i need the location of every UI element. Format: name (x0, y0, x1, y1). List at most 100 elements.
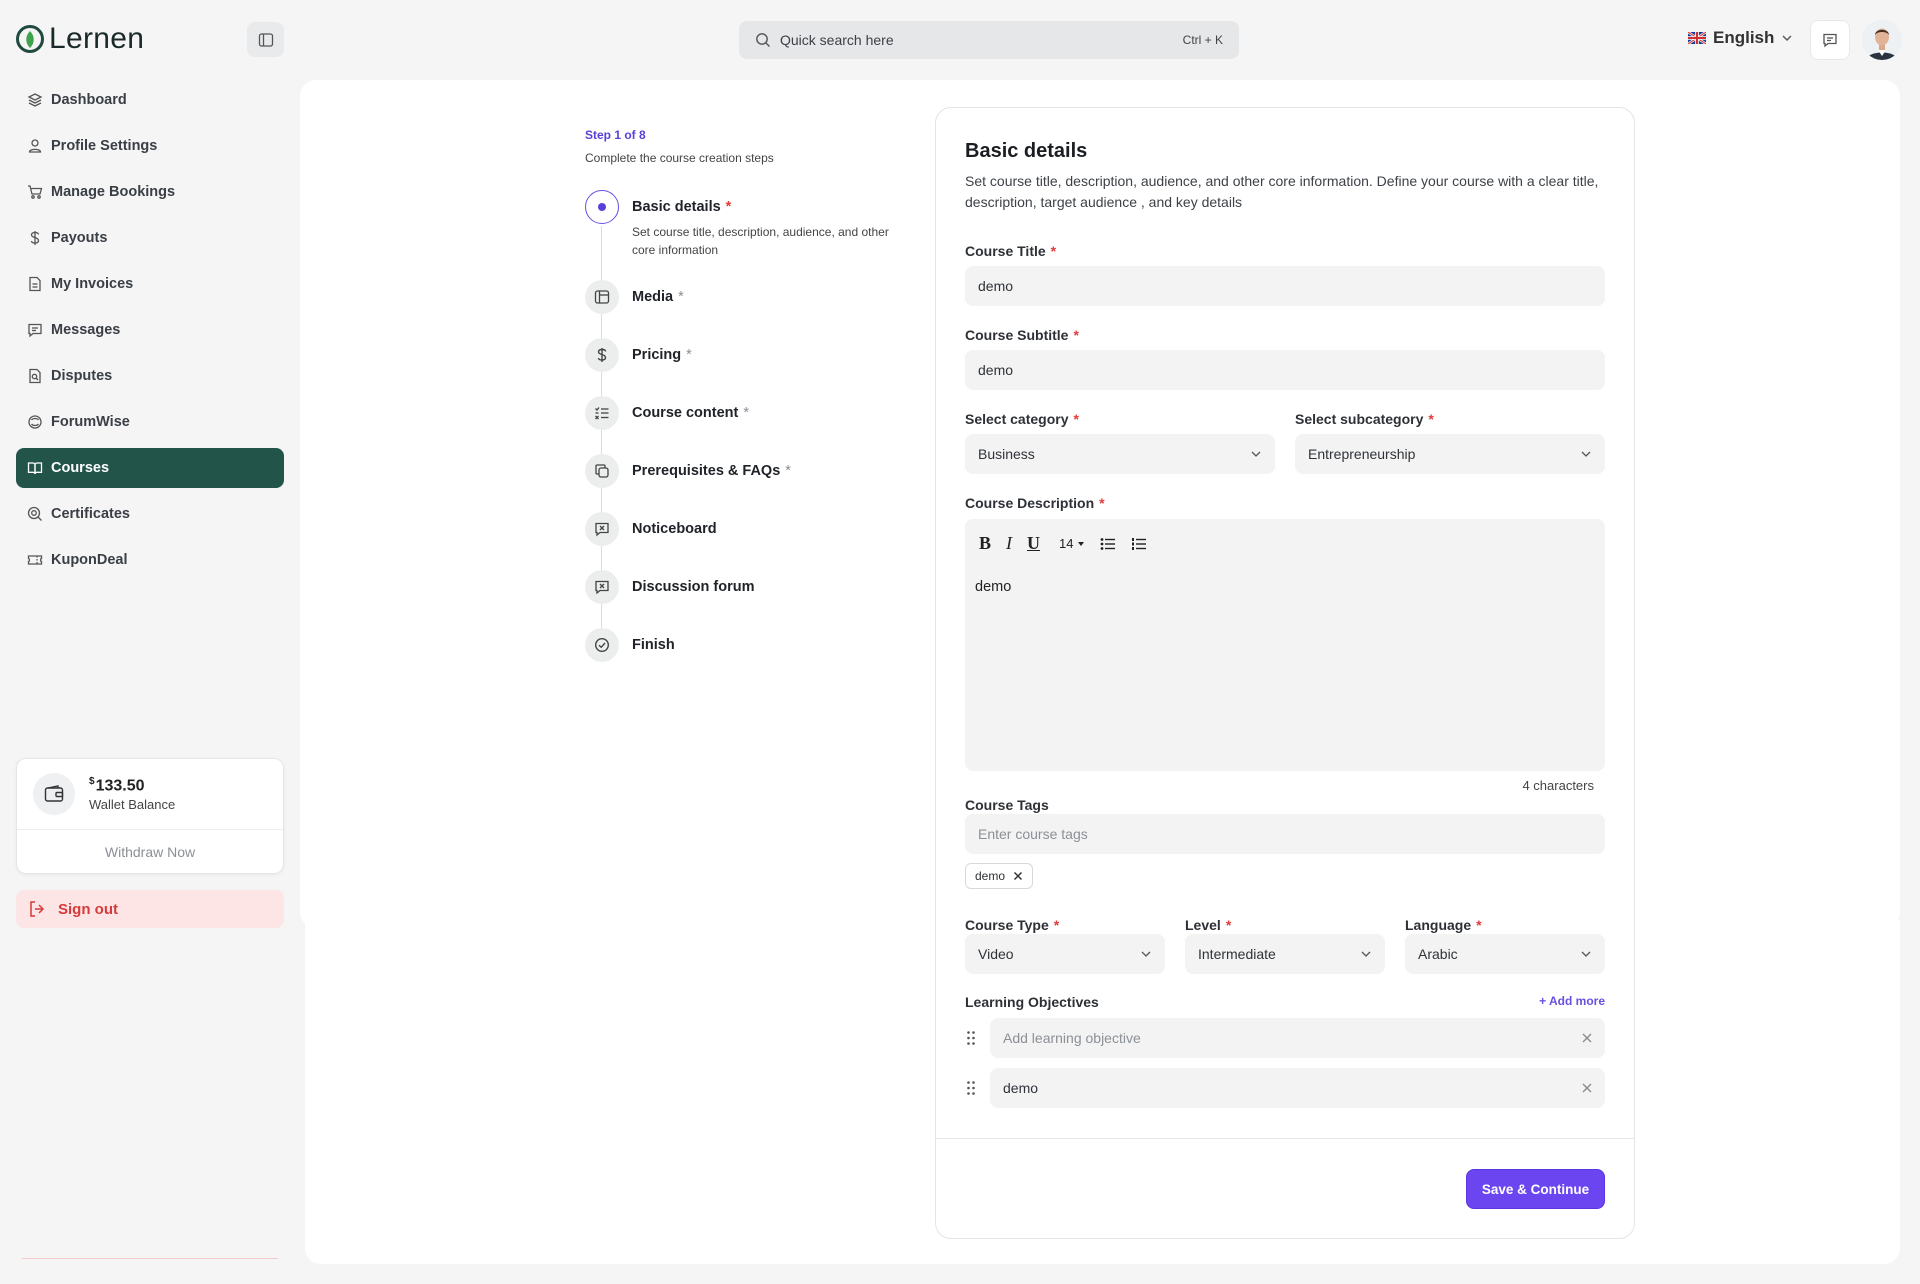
sidebar-toggle-button[interactable] (247, 22, 284, 57)
messages-button[interactable] (1810, 20, 1850, 60)
basic-details-form: Basic details Set course title, descript… (935, 107, 1635, 1239)
step-finish[interactable]: Finish (585, 628, 675, 662)
content-list-icon (585, 396, 619, 430)
course-type-select[interactable]: Video (965, 934, 1165, 974)
sidebar-item-disputes[interactable]: Disputes (16, 356, 284, 396)
step-noticeboard[interactable]: Noticeboard (585, 512, 717, 546)
step-title: Prerequisites & FAQs (632, 463, 781, 479)
app-name: Lernen (49, 22, 145, 55)
chevron-down-icon (1251, 451, 1261, 457)
sidebar-bottom-divider (22, 1258, 278, 1259)
step-title: Discussion forum (632, 579, 755, 595)
course-title-input[interactable]: demo (965, 266, 1605, 306)
sidebar-item-certificates[interactable]: Certificates (16, 494, 284, 534)
step-prerequisites-faqs[interactable]: Prerequisites & FAQs * (585, 454, 791, 488)
sidebar-item-label: Disputes (51, 368, 113, 384)
category-value: Business (978, 446, 1035, 462)
discussion-icon (585, 570, 619, 604)
chevron-down-icon (1581, 451, 1591, 457)
drag-handle-icon[interactable] (965, 1068, 977, 1108)
course-subtitle-input[interactable]: demo (965, 350, 1605, 390)
language-selector[interactable]: English (1688, 28, 1793, 48)
course-tags-label: Course Tags (965, 797, 1049, 813)
subcategory-select[interactable]: Entrepreneurship (1295, 434, 1605, 474)
bullet-list-icon[interactable] (1100, 537, 1116, 551)
sidebar-item-kupondeal[interactable]: KuponDeal (16, 540, 284, 580)
level-select[interactable]: Intermediate (1185, 934, 1385, 974)
sidebar-item-label: Manage Bookings (51, 184, 176, 200)
step-title: Finish (632, 637, 675, 653)
sidebar-item-label: KuponDeal (51, 552, 128, 568)
app-logo[interactable]: Lernen (15, 22, 144, 56)
italic-button[interactable]: I (1006, 533, 1012, 554)
required-mark: * (785, 463, 791, 479)
language-select[interactable]: Arabic (1405, 934, 1605, 974)
step-basic-details[interactable]: Basic details * Set course title, descrip… (585, 190, 892, 259)
step-media[interactable]: Media * (585, 280, 684, 314)
sidebar-item-courses[interactable]: Courses (16, 448, 284, 488)
tag-chip: demo (965, 863, 1034, 889)
search-icon (756, 33, 770, 47)
required-mark: * (725, 199, 732, 215)
sidebar-item-payouts[interactable]: Payouts (16, 218, 284, 258)
forum-icon (26, 413, 44, 431)
sidebar-item-manage-bookings[interactable]: Manage Bookings (16, 172, 284, 212)
wallet-card: $133.50 Wallet Balance Withdraw Now (16, 758, 284, 874)
sidebar-item-label: Courses (51, 460, 110, 476)
signout-label: Sign out (58, 900, 118, 918)
user-avatar[interactable] (1862, 20, 1902, 60)
step-pricing[interactable]: Pricing * (585, 338, 692, 372)
close-icon[interactable] (1582, 1033, 1592, 1043)
logo-icon (16, 25, 44, 53)
sidebar-item-label: Profile Settings (51, 138, 158, 154)
font-size-select[interactable]: 14 (1059, 536, 1085, 551)
wallet-icon (33, 773, 75, 815)
form-footer-divider (936, 1138, 1634, 1139)
objective-input[interactable]: Add learning objective (990, 1018, 1605, 1058)
add-objective-button[interactable]: + Add more (1539, 994, 1605, 1008)
sidebar-item-messages[interactable]: Messages (16, 310, 284, 350)
sidebar-item-label: Payouts (51, 230, 108, 246)
step-course-content[interactable]: Course content * (585, 396, 749, 430)
sidebar-item-my-invoices[interactable]: My Invoices (16, 264, 284, 304)
avatar-image (1862, 20, 1902, 60)
character-count: 4 characters (1522, 778, 1594, 793)
certificate-icon (26, 505, 44, 523)
sidebar-item-label: Dashboard (51, 92, 127, 108)
signout-button[interactable]: Sign out (16, 890, 284, 928)
step-counter: Step 1 of 8 (585, 128, 646, 142)
drag-handle-icon[interactable] (965, 1018, 977, 1058)
remove-tag-icon[interactable] (1013, 871, 1023, 881)
wallet-label: Wallet Balance (89, 797, 176, 813)
wallet-amount: $133.50 (89, 775, 145, 795)
form-title: Basic details (965, 140, 1088, 162)
sidebar-toggle-icon (258, 32, 273, 47)
sidebar-item-dashboard[interactable]: Dashboard (16, 80, 284, 120)
step-discussion-forum[interactable]: Discussion forum (585, 570, 754, 604)
category-select[interactable]: Business (965, 434, 1275, 474)
sidebar-item-forumwise[interactable]: ForumWise (16, 402, 284, 442)
objective-input[interactable]: demo (990, 1068, 1605, 1108)
required-mark: * (678, 289, 684, 305)
withdraw-button[interactable]: Withdraw Now (17, 830, 283, 874)
course-description-editor[interactable]: B I U 14 demo (965, 519, 1605, 771)
course-tags-input[interactable]: Enter course tags (965, 814, 1605, 854)
required-mark: * (743, 405, 749, 421)
course-subtitle-label: Course Subtitle * (965, 327, 1079, 343)
chevron-down-icon (1581, 951, 1591, 957)
numbered-list-icon[interactable] (1131, 537, 1147, 551)
cart-icon (26, 183, 44, 201)
sidebar-item-profile-settings[interactable]: Profile Settings (16, 126, 284, 166)
stepper-subtitle: Complete the course creation steps (585, 151, 774, 165)
save-continue-button[interactable]: Save & Continue (1466, 1169, 1605, 1209)
bold-button[interactable]: B (979, 533, 991, 554)
underline-button[interactable]: U (1027, 533, 1040, 554)
search-input[interactable]: Quick search here Ctrl + K (739, 21, 1239, 59)
close-icon[interactable] (1582, 1083, 1592, 1093)
copy-icon (585, 454, 619, 488)
book-icon (26, 459, 44, 477)
chevron-down-icon (1141, 951, 1151, 957)
message-icon (26, 321, 44, 339)
editor-content[interactable]: demo (975, 579, 1011, 595)
step-title: Pricing (632, 347, 682, 363)
